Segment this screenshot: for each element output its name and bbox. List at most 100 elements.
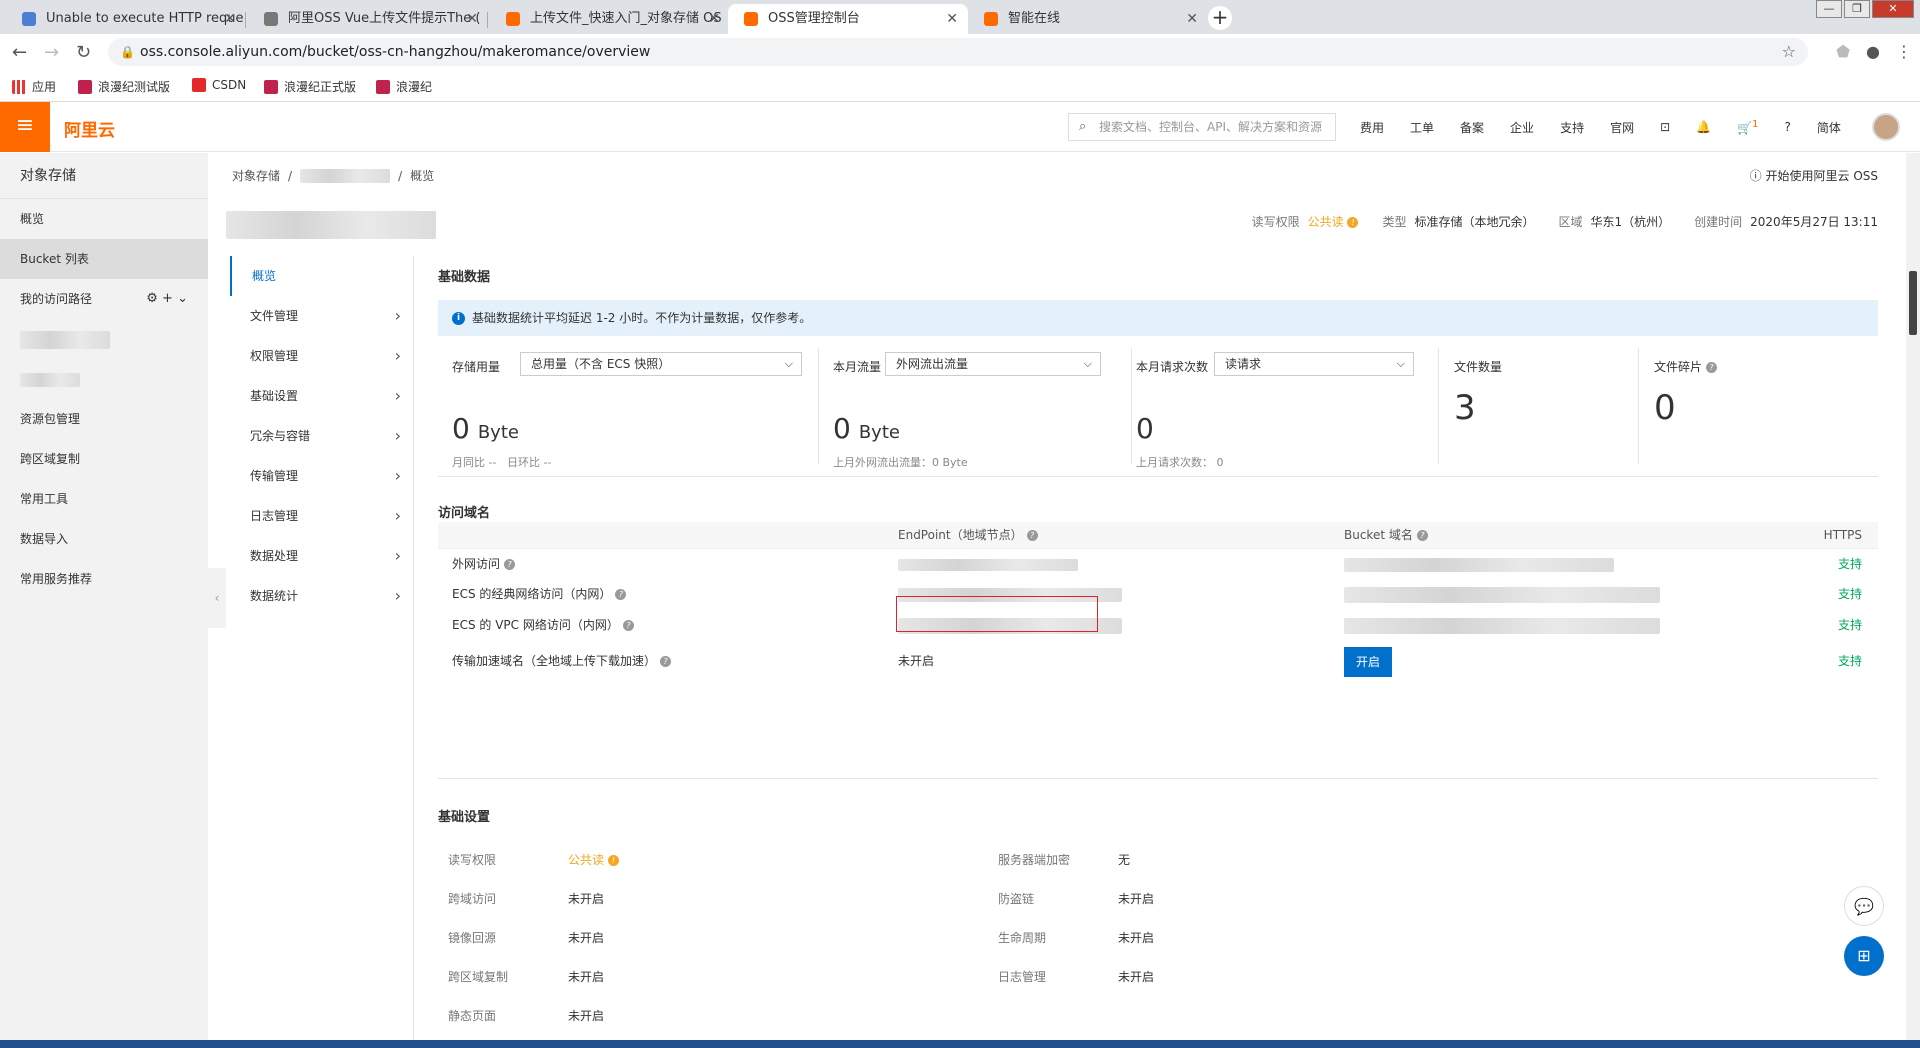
forward-icon[interactable]: →: [44, 42, 59, 63]
sidebar-title: 对象存储: [0, 153, 208, 199]
chevron-down-icon[interactable]: ⌄: [177, 291, 188, 306]
getting-started-link[interactable]: ⓘ 开始使用阿里云 OSS: [1750, 167, 1878, 184]
close-tab-icon[interactable]: ✕: [1186, 4, 1198, 34]
section-title-access: 访问域名: [438, 506, 491, 521]
menu-icon[interactable]: ⋮: [1896, 42, 1912, 61]
new-tab-button[interactable]: +: [1208, 6, 1232, 30]
browser-tab[interactable]: 智能在线 ✕: [968, 4, 1208, 34]
nav-official-site[interactable]: 官网: [1610, 119, 1634, 136]
question-icon[interactable]: ?: [1416, 530, 1428, 541]
subnav-basic-settings[interactable]: 基础设置 ›: [230, 376, 413, 416]
bell-icon[interactable]: 🔔: [1696, 120, 1711, 134]
table-row: 外网访问? 支持: [438, 548, 1878, 579]
cart-icon[interactable]: 🛒1: [1737, 119, 1758, 135]
subnav-files[interactable]: 文件管理 ›: [230, 296, 413, 336]
bookmark-item[interactable]: CSDN: [192, 78, 246, 92]
browser-tab[interactable]: 上传文件_快速入门_对象存储 OS ✕: [490, 4, 730, 34]
stat-requests: 本月请求次数 读请求 ⌵ 0 上月请求次数： 0: [1122, 348, 1437, 469]
section-title-settings: 基础设置: [438, 810, 491, 825]
menu-hamburger-icon[interactable]: ≡: [0, 102, 50, 152]
baidu-icon: [22, 12, 36, 26]
apps-grid-icon[interactable]: ⊞: [1844, 936, 1884, 976]
close-tab-icon[interactable]: ✕: [466, 4, 478, 34]
sidebar-item-path[interactable]: [0, 319, 208, 359]
scrollbar-thumb[interactable]: [1909, 271, 1917, 335]
sidebar-item-access-paths[interactable]: 我的访问路径 ⚙ + ⌄: [0, 279, 208, 319]
stat-fragments: 文件碎片? 0: [1640, 348, 1870, 452]
bookmark-item[interactable]: 浪漫纪测试版: [78, 78, 170, 95]
extension-icon[interactable]: ⬟: [1836, 42, 1850, 61]
close-tab-icon[interactable]: ✕: [708, 4, 720, 34]
nav-ticket[interactable]: 工单: [1410, 119, 1434, 136]
close-tab-icon[interactable]: ✕: [224, 4, 236, 34]
question-icon[interactable]: ?: [622, 620, 634, 631]
nav-billing[interactable]: 费用: [1360, 119, 1384, 136]
nav-icp[interactable]: 备案: [1460, 119, 1484, 136]
sidebar-item-bucket-list[interactable]: Bucket 列表: [0, 239, 208, 279]
breadcrumb-root[interactable]: 对象存储: [232, 167, 280, 184]
bookmark-star-icon[interactable]: ☆: [1782, 38, 1796, 66]
aliyun-logo[interactable]: 阿里云: [64, 116, 115, 141]
bucket-meta: 读写权限 公共读 ! 类型 标准存储（本地冗余） 区域 华东1（杭州） 创建时间…: [1251, 213, 1878, 230]
account-icon[interactable]: ●: [1866, 42, 1880, 61]
subnav-logging[interactable]: 日志管理 ›: [230, 496, 413, 536]
question-icon[interactable]: ?: [1026, 530, 1038, 541]
aliyun-icon: [984, 12, 998, 26]
page-scrollbar[interactable]: [1906, 153, 1920, 1048]
question-icon[interactable]: ?: [615, 589, 627, 600]
terminal-icon[interactable]: ⊡: [1660, 120, 1670, 134]
acl-value: 公共读 !: [1308, 213, 1359, 230]
enable-acceleration-button[interactable]: 开启: [1344, 646, 1392, 677]
traffic-select[interactable]: 外网流出流量 ⌵: [885, 352, 1101, 376]
back-icon[interactable]: ←: [12, 42, 27, 63]
question-icon[interactable]: ?: [504, 559, 516, 570]
browser-tab-active[interactable]: OSS管理控制台 ✕: [728, 4, 968, 34]
sidebar-item-path[interactable]: [0, 359, 208, 399]
help-icon[interactable]: ?: [1784, 120, 1790, 134]
question-icon[interactable]: ?: [660, 656, 672, 667]
sidebar-item-resource-packs[interactable]: 资源包管理: [0, 399, 208, 439]
sidebar-item-overview[interactable]: 概览: [0, 199, 208, 239]
console-topbar: ≡ 阿里云 ⌕ 搜索文档、控制台、API、解决方案和资源 费用 工单 备案 企业…: [0, 102, 1920, 152]
nav-enterprise[interactable]: 企业: [1510, 119, 1534, 136]
chevron-right-icon: ›: [394, 426, 401, 445]
close-window-button[interactable]: ✕: [1872, 0, 1914, 18]
sidebar-item-recommended[interactable]: 常用服务推荐: [0, 559, 208, 599]
redacted-bucket[interactable]: [300, 168, 391, 183]
site-icon: [78, 79, 92, 94]
url-field[interactable]: 🔒 oss.console.aliyun.com/bucket/oss-cn-h…: [108, 38, 1808, 66]
browser-tab[interactable]: 阿里OSS Vue上传文件提示The (✕: [248, 4, 488, 34]
storage-select[interactable]: 总用量（不含 ECS 快照） ⌵: [520, 352, 802, 376]
language-switch[interactable]: 简体: [1817, 119, 1841, 136]
subnav-redundancy[interactable]: 冗余与容错 ›: [230, 416, 413, 456]
reload-icon[interactable]: ↻: [76, 42, 91, 63]
minimize-button[interactable]: —: [1816, 0, 1842, 18]
user-avatar[interactable]: [1872, 113, 1900, 141]
subnav-statistics[interactable]: 数据统计 ›: [230, 576, 413, 616]
gear-icon[interactable]: ⚙: [146, 291, 158, 306]
browser-tab[interactable]: Unable to execute HTTP reque ✕: [6, 4, 246, 34]
subnav-transfer[interactable]: 传输管理 ›: [230, 456, 413, 496]
setting-hotlink: 防盗链 未开启: [998, 892, 1155, 906]
requests-select[interactable]: 读请求 ⌵: [1214, 352, 1414, 376]
subnav-data-processing[interactable]: 数据处理 ›: [230, 536, 413, 576]
bookmark-apps[interactable]: 应用: [12, 78, 56, 95]
bookmark-item[interactable]: 浪漫纪正式版: [264, 78, 356, 95]
sidebar-item-cross-region[interactable]: 跨区域复制: [0, 439, 208, 479]
info-icon: i: [452, 312, 465, 325]
add-icon[interactable]: +: [162, 291, 173, 306]
nav-support[interactable]: 支持: [1560, 119, 1584, 136]
chevron-right-icon: ›: [394, 346, 401, 365]
maximize-button[interactable]: ❐: [1844, 0, 1870, 18]
chat-icon[interactable]: 💬: [1844, 886, 1884, 926]
setting-lifecycle: 生命周期 未开启: [998, 931, 1155, 945]
subnav-overview[interactable]: 概览: [230, 256, 413, 296]
question-icon[interactable]: ?: [1706, 362, 1718, 373]
sidebar-item-data-import[interactable]: 数据导入: [0, 519, 208, 559]
bookmark-item[interactable]: 浪漫纪: [376, 78, 432, 95]
close-tab-icon[interactable]: ✕: [946, 4, 958, 34]
console-search-input[interactable]: ⌕ 搜索文档、控制台、API、解决方案和资源: [1068, 113, 1336, 141]
setting-acl: 读写权限 公共读 !: [448, 851, 619, 871]
subnav-permissions[interactable]: 权限管理 ›: [230, 336, 413, 376]
sidebar-item-tools[interactable]: 常用工具: [0, 479, 208, 519]
